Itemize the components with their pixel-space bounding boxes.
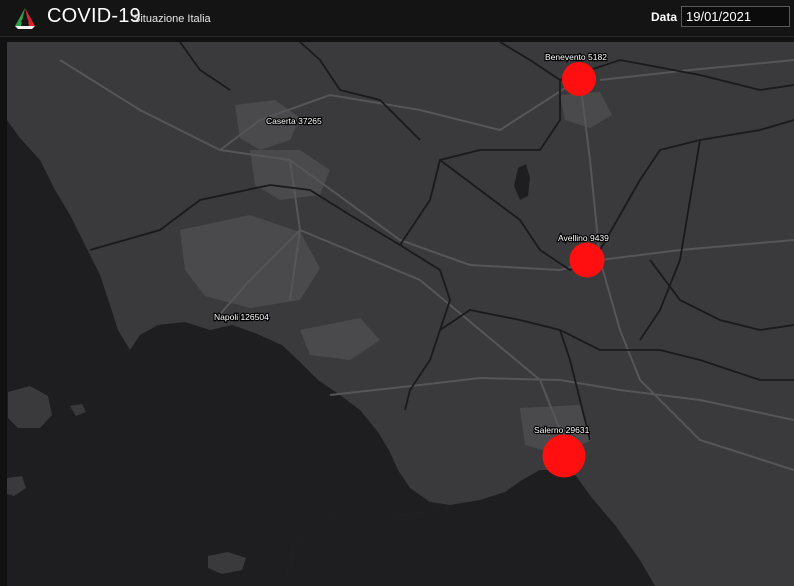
- marker-avellino[interactable]: [569, 242, 605, 278]
- map-canvas[interactable]: Benevento 5182 Caserta 37265 Avellino 94…: [7, 42, 794, 586]
- app-title: COVID-19: [47, 5, 141, 27]
- marker-benevento[interactable]: [562, 62, 596, 96]
- city-label-napoli: Napoli 126504: [214, 312, 269, 322]
- city-label-salerno: Salerno 29631: [534, 425, 590, 435]
- city-label-avellino: Avellino 9439: [558, 233, 609, 243]
- city-label-benevento: Benevento 5182: [545, 52, 607, 62]
- marker-salerno[interactable]: [542, 434, 586, 478]
- tricolor-triangle-logo-icon: [12, 6, 38, 30]
- header-bar: COVID-19 Situazione Italia Data: [0, 0, 794, 37]
- date-input[interactable]: [681, 6, 790, 27]
- app-subtitle: Situazione Italia: [133, 13, 211, 25]
- city-label-caserta: Caserta 37265: [266, 116, 322, 126]
- date-label: Data: [651, 10, 678, 24]
- map-view[interactable]: Benevento 5182 Caserta 37265 Avellino 94…: [7, 42, 794, 586]
